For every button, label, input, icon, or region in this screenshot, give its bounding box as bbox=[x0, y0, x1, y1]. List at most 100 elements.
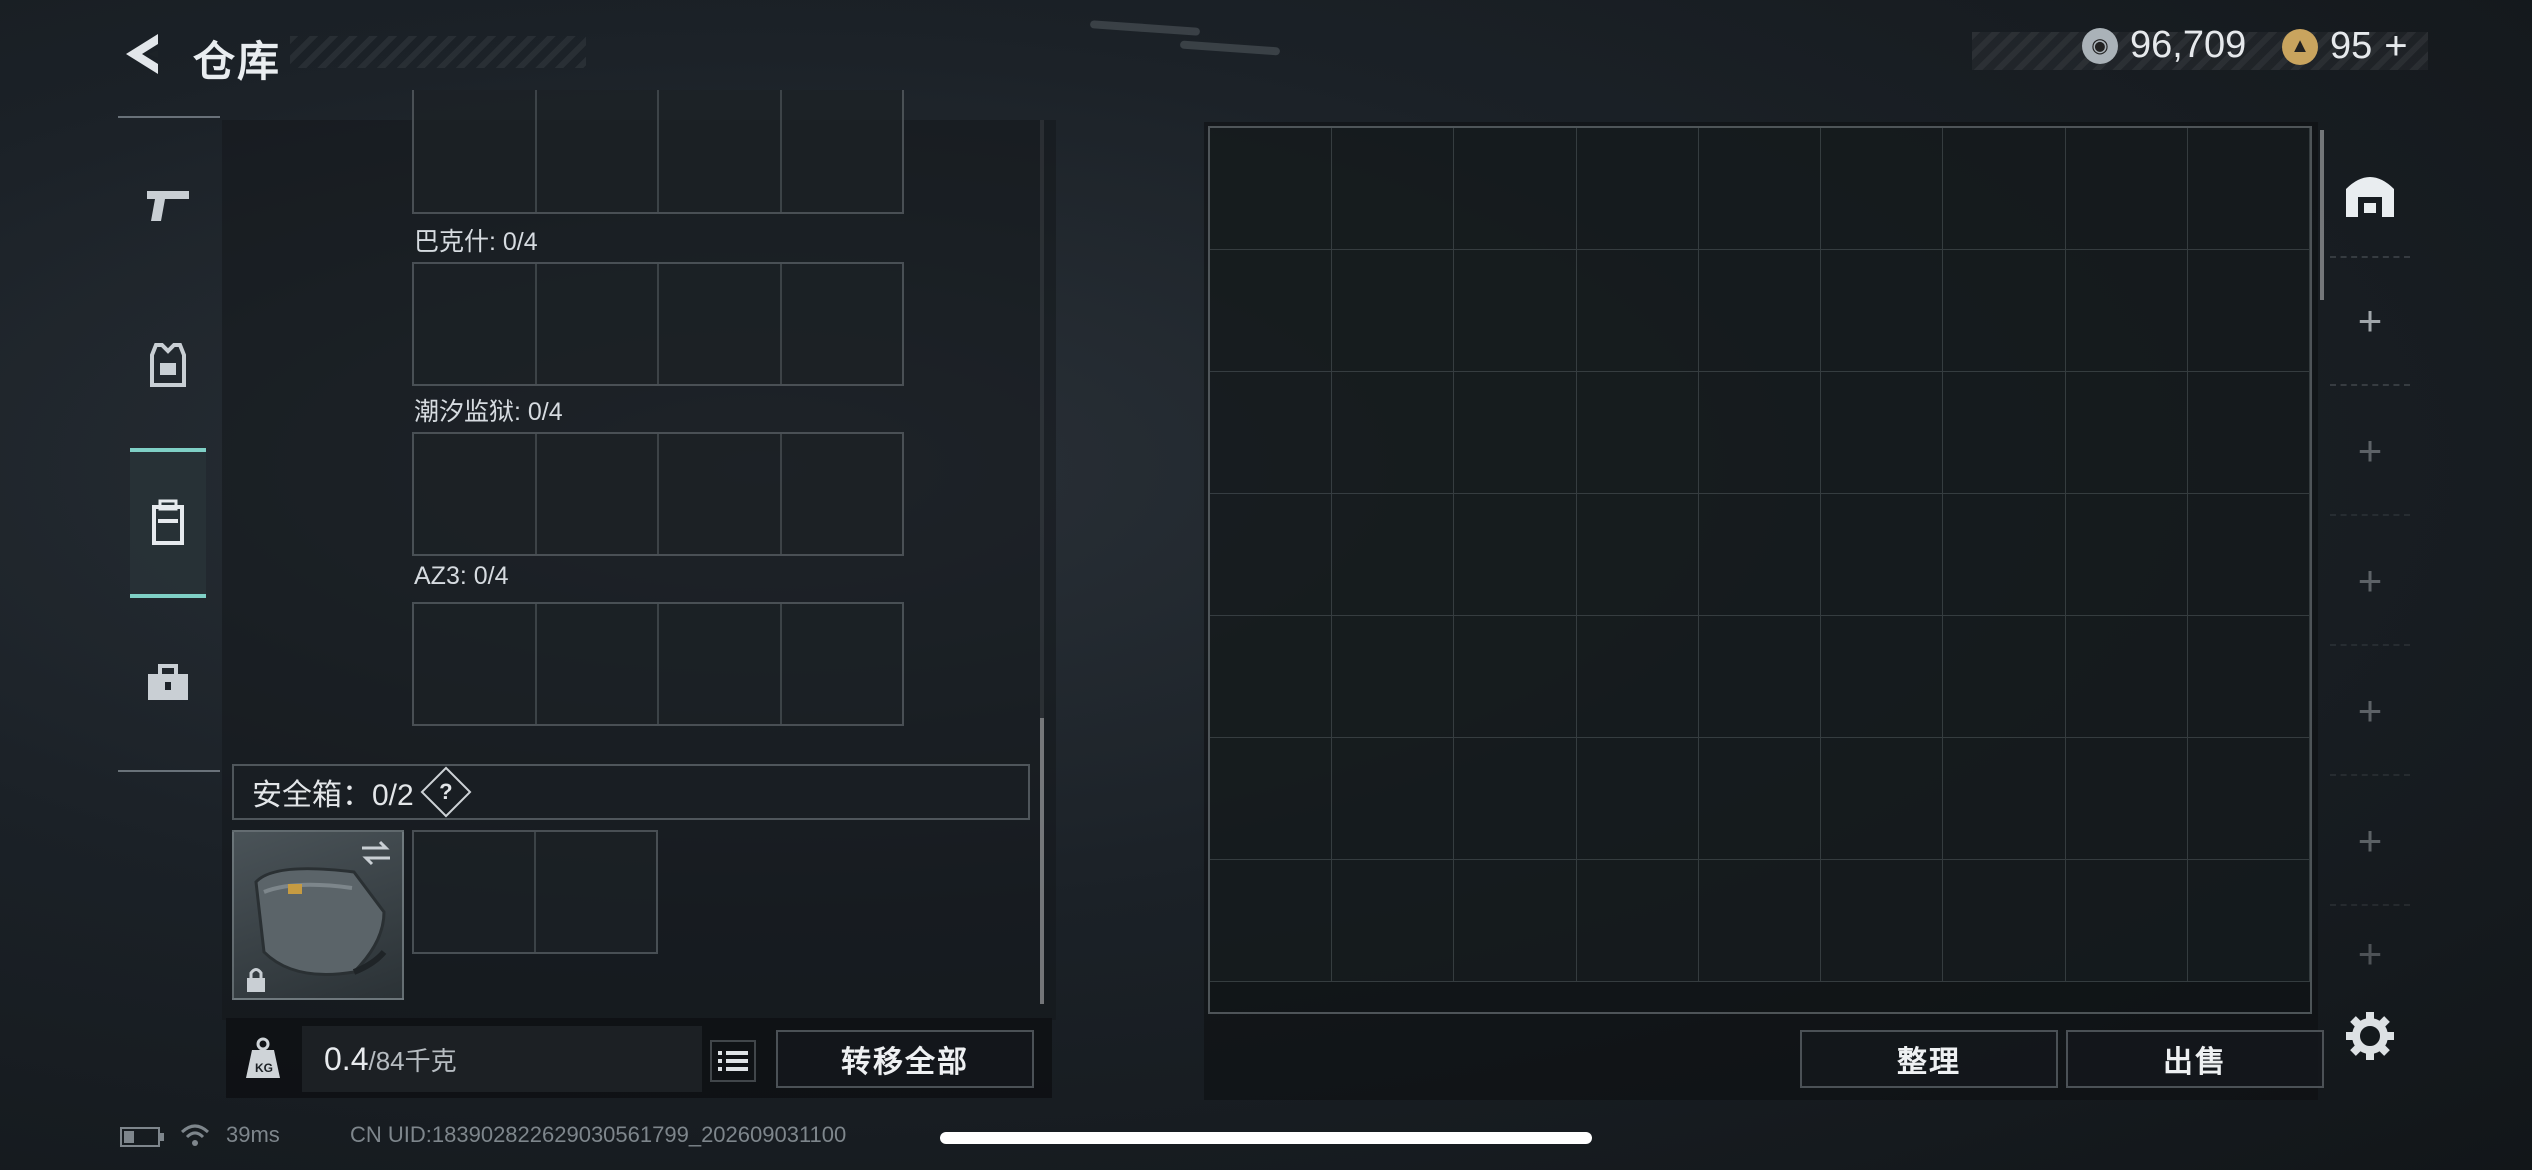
swap-icon[interactable] bbox=[358, 840, 394, 866]
transfer-all-button[interactable]: 转移全部 bbox=[776, 1030, 1034, 1088]
add-tab-button[interactable]: + bbox=[2330, 258, 2410, 386]
item-slot[interactable] bbox=[414, 434, 537, 554]
item-slot[interactable] bbox=[536, 832, 656, 952]
storage-cell[interactable] bbox=[1576, 128, 1699, 250]
storage-cell[interactable] bbox=[1943, 494, 2066, 616]
storage-cell[interactable] bbox=[1454, 860, 1577, 982]
item-slot[interactable] bbox=[414, 832, 536, 952]
storage-cell[interactable] bbox=[1210, 250, 1333, 372]
nav-item-backpack[interactable] bbox=[130, 448, 206, 598]
loadout-scrollbar-thumb[interactable] bbox=[1040, 718, 1044, 1004]
storage-cell[interactable] bbox=[1576, 494, 1699, 616]
item-slot[interactable] bbox=[414, 604, 537, 724]
storage-cell[interactable] bbox=[2065, 738, 2188, 860]
item-slot[interactable] bbox=[782, 434, 903, 554]
storage-cell[interactable] bbox=[2187, 250, 2310, 372]
storage-cell[interactable] bbox=[1698, 372, 1822, 494]
sort-button[interactable]: 整理 bbox=[1800, 1030, 2058, 1088]
item-slot[interactable] bbox=[782, 604, 903, 724]
storage-cell[interactable] bbox=[1698, 860, 1822, 982]
storage-cell[interactable] bbox=[1821, 860, 1944, 982]
list-view-button[interactable] bbox=[710, 1040, 756, 1082]
storage-cell[interactable] bbox=[1454, 616, 1577, 738]
slot-group[interactable] bbox=[412, 90, 904, 214]
storage-tab-main[interactable] bbox=[2330, 130, 2410, 258]
storage-cell[interactable] bbox=[1210, 372, 1333, 494]
safebox-slots[interactable] bbox=[412, 830, 658, 954]
gold-currency[interactable]: ▲ 95 + bbox=[2282, 24, 2408, 69]
settings-gear-icon[interactable] bbox=[2344, 1010, 2396, 1062]
storage-cell[interactable] bbox=[1943, 860, 2066, 982]
storage-cell[interactable] bbox=[1332, 860, 1455, 982]
storage-cell[interactable] bbox=[1698, 738, 1822, 860]
storage-cell[interactable] bbox=[2187, 494, 2310, 616]
sell-button[interactable]: 出售 bbox=[2066, 1030, 2324, 1088]
storage-cell[interactable] bbox=[2187, 738, 2310, 860]
storage-cell[interactable] bbox=[1821, 494, 1944, 616]
add-tab-button[interactable]: + bbox=[2330, 908, 2410, 1000]
storage-cell[interactable] bbox=[2187, 372, 2310, 494]
item-slot[interactable] bbox=[537, 90, 659, 212]
add-tab-button[interactable]: + bbox=[2330, 518, 2410, 646]
storage-cell[interactable] bbox=[1454, 250, 1577, 372]
storage-cell[interactable] bbox=[1576, 372, 1699, 494]
safebox-item[interactable] bbox=[232, 830, 404, 1000]
storage-cell[interactable] bbox=[1454, 128, 1577, 250]
back-button[interactable] bbox=[118, 28, 170, 80]
storage-cell[interactable] bbox=[2065, 494, 2188, 616]
add-tab-button[interactable]: + bbox=[2330, 648, 2410, 776]
storage-cell[interactable] bbox=[2065, 860, 2188, 982]
storage-cell[interactable] bbox=[1576, 250, 1699, 372]
storage-cell[interactable] bbox=[1821, 128, 1944, 250]
storage-cell[interactable] bbox=[1698, 616, 1822, 738]
storage-cell[interactable] bbox=[2187, 128, 2310, 250]
storage-cell[interactable] bbox=[1943, 128, 2066, 250]
home-indicator[interactable] bbox=[940, 1132, 1592, 1144]
storage-cell[interactable] bbox=[2187, 616, 2310, 738]
add-currency-icon[interactable]: + bbox=[2384, 24, 2407, 69]
storage-cell[interactable] bbox=[1576, 860, 1699, 982]
slot-group[interactable] bbox=[412, 602, 904, 726]
storage-cell[interactable] bbox=[1698, 250, 1822, 372]
storage-cell[interactable] bbox=[1821, 738, 1944, 860]
storage-cell[interactable] bbox=[1210, 738, 1333, 860]
add-tab-button[interactable]: + bbox=[2330, 388, 2410, 516]
storage-cell[interactable] bbox=[1576, 616, 1699, 738]
storage-cell[interactable] bbox=[1454, 372, 1577, 494]
storage-cell[interactable] bbox=[1821, 372, 1944, 494]
storage-grid[interactable] bbox=[1208, 126, 2312, 1014]
storage-cell[interactable] bbox=[1698, 128, 1822, 250]
storage-cell[interactable] bbox=[1332, 616, 1455, 738]
storage-cell[interactable] bbox=[1576, 738, 1699, 860]
slot-group[interactable] bbox=[412, 262, 904, 386]
storage-cell[interactable] bbox=[2065, 616, 2188, 738]
nav-item-armor[interactable] bbox=[130, 290, 206, 440]
item-slot[interactable] bbox=[782, 264, 903, 384]
storage-cell[interactable] bbox=[1210, 494, 1333, 616]
nav-item-weapons[interactable] bbox=[130, 130, 206, 280]
item-slot[interactable] bbox=[659, 434, 782, 554]
storage-cell[interactable] bbox=[1943, 616, 2066, 738]
storage-cell[interactable] bbox=[2065, 250, 2188, 372]
item-slot[interactable] bbox=[659, 90, 782, 212]
nav-item-toolbox[interactable] bbox=[130, 608, 206, 758]
item-slot[interactable] bbox=[659, 604, 782, 724]
item-slot[interactable] bbox=[414, 264, 537, 384]
storage-cell[interactable] bbox=[1210, 860, 1333, 982]
help-button[interactable]: ? bbox=[420, 766, 472, 818]
storage-cell[interactable] bbox=[1821, 250, 1944, 372]
slot-group[interactable] bbox=[412, 432, 904, 556]
storage-cell[interactable] bbox=[1821, 616, 1944, 738]
storage-cell[interactable] bbox=[1332, 128, 1455, 250]
storage-tabs-scrollbar[interactable] bbox=[2320, 130, 2324, 300]
storage-cell[interactable] bbox=[1454, 494, 1577, 616]
storage-cell[interactable] bbox=[1210, 616, 1333, 738]
storage-cell[interactable] bbox=[1332, 494, 1455, 616]
storage-cell[interactable] bbox=[1332, 250, 1455, 372]
item-slot[interactable] bbox=[414, 90, 537, 212]
storage-cell[interactable] bbox=[1943, 250, 2066, 372]
item-slot[interactable] bbox=[537, 264, 659, 384]
add-tab-button[interactable]: + bbox=[2330, 778, 2410, 906]
storage-cell[interactable] bbox=[2065, 128, 2188, 250]
storage-cell[interactable] bbox=[2187, 860, 2310, 982]
